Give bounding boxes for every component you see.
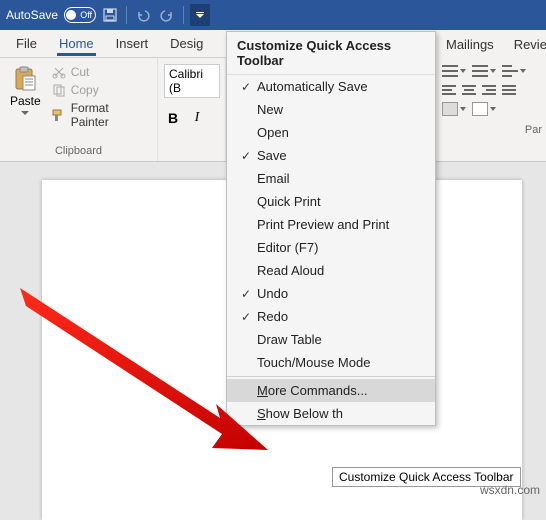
menu-item-more-commands[interactable]: More Commands... [227,379,435,402]
paste-label: Paste [10,94,41,108]
group-label-paragraph: Par [436,122,546,138]
menu-item[interactable]: Quick Print [227,190,435,213]
shading-button[interactable] [442,102,466,116]
multilevel-button[interactable] [502,64,526,78]
tab-design[interactable]: Desig [160,32,213,57]
borders-icon [472,102,488,116]
numbering-button[interactable] [472,64,496,78]
menu-item-label: Draw Table [257,332,322,347]
menu-item-label: Save [257,148,287,163]
save-icon[interactable] [100,5,120,25]
shading-icon [442,102,458,116]
menu-item-label: Read Aloud [257,263,324,278]
redo-icon[interactable] [157,5,177,25]
menu-item[interactable]: Read Aloud [227,259,435,282]
qat-separator [126,6,127,24]
menu-item[interactable]: ✓Save [227,144,435,167]
autosave-label: AutoSave [6,8,58,22]
align-right-button[interactable] [482,84,496,96]
bullets-icon [442,64,458,78]
group-label-clipboard: Clipboard [6,143,151,159]
format-painter-button[interactable]: Format Painter [49,100,151,130]
paste-button[interactable]: Paste [6,60,45,115]
group-paragraph [436,58,546,122]
bullets-button[interactable] [442,64,466,78]
chevron-down-icon [460,69,466,73]
menu-item-show-below[interactable]: Show Below th [227,402,435,425]
menu-item-label: Undo [257,286,288,301]
align-left-button[interactable] [442,84,456,96]
chevron-down-icon [490,107,496,111]
menu-item[interactable]: ✓Undo [227,282,435,305]
borders-button[interactable] [472,102,496,116]
watermark: wsxdn.com [480,483,540,497]
menu-item[interactable]: New [227,98,435,121]
menu-item[interactable]: Email [227,167,435,190]
undo-icon[interactable] [133,5,153,25]
autosave-state: Off [80,10,92,20]
chevron-down-icon [21,111,29,115]
italic-button[interactable]: I [188,110,206,128]
multilevel-icon [502,64,518,78]
menu-title: Customize Quick Access Toolbar [227,32,435,75]
tab-home[interactable]: Home [49,32,104,57]
check-icon: ✓ [235,149,257,163]
cut-button[interactable]: Cut [49,64,151,80]
menu-item-label: Print Preview and Print [257,217,389,232]
menu-item-label: Editor (F7) [257,240,318,255]
menu-item-label: New [257,102,283,117]
menu-item-label: Redo [257,309,288,324]
paste-icon [11,64,39,92]
menu-item[interactable]: Open [227,121,435,144]
chevron-down-icon [460,107,466,111]
menu-item-label: Quick Print [257,194,321,209]
check-icon: ✓ [235,287,257,301]
check-icon: ✓ [235,80,257,94]
menu-item[interactable]: Draw Table [227,328,435,351]
numbering-icon [472,64,488,78]
copy-icon [51,83,67,97]
menu-item-label: Open [257,125,289,140]
toggle-knob [66,10,76,20]
tab-insert[interactable]: Insert [106,32,159,57]
tab-file[interactable]: File [6,32,47,57]
title-bar: AutoSave Off [0,0,546,30]
format-painter-icon [51,108,67,122]
menu-separator [227,376,435,377]
menu-item[interactable]: ✓Redo [227,305,435,328]
align-center-button[interactable] [462,84,476,96]
menu-item[interactable]: Editor (F7) [227,236,435,259]
autosave-toggle[interactable]: Off [64,7,96,23]
qat-separator [183,6,184,24]
qat-customize-menu: Customize Quick Access Toolbar ✓Automati… [226,31,436,426]
tab-review[interactable]: Review [504,33,546,58]
font-name-combobox[interactable]: Calibri (B [164,64,220,98]
menu-item-label: Automatically Save [257,79,368,94]
menu-item-label: Touch/Mouse Mode [257,355,370,370]
menu-item[interactable]: Touch/Mouse Mode [227,351,435,374]
group-clipboard: Paste Cut Copy Format Painter Clipboard [0,58,158,161]
group-font: Calibri (B B I [158,58,226,161]
menu-item-label: Email [257,171,290,186]
cut-icon [51,65,67,79]
check-icon: ✓ [235,310,257,324]
menu-item[interactable]: ✓Automatically Save [227,75,435,98]
menu-item[interactable]: Print Preview and Print [227,213,435,236]
copy-button[interactable]: Copy [49,82,151,98]
qat-customize-button[interactable] [190,4,210,26]
bold-button[interactable]: B [164,110,182,128]
align-justify-button[interactable] [502,84,516,96]
chevron-down-icon [520,69,526,73]
chevron-down-icon [490,69,496,73]
tab-mailings[interactable]: Mailings [436,33,504,58]
